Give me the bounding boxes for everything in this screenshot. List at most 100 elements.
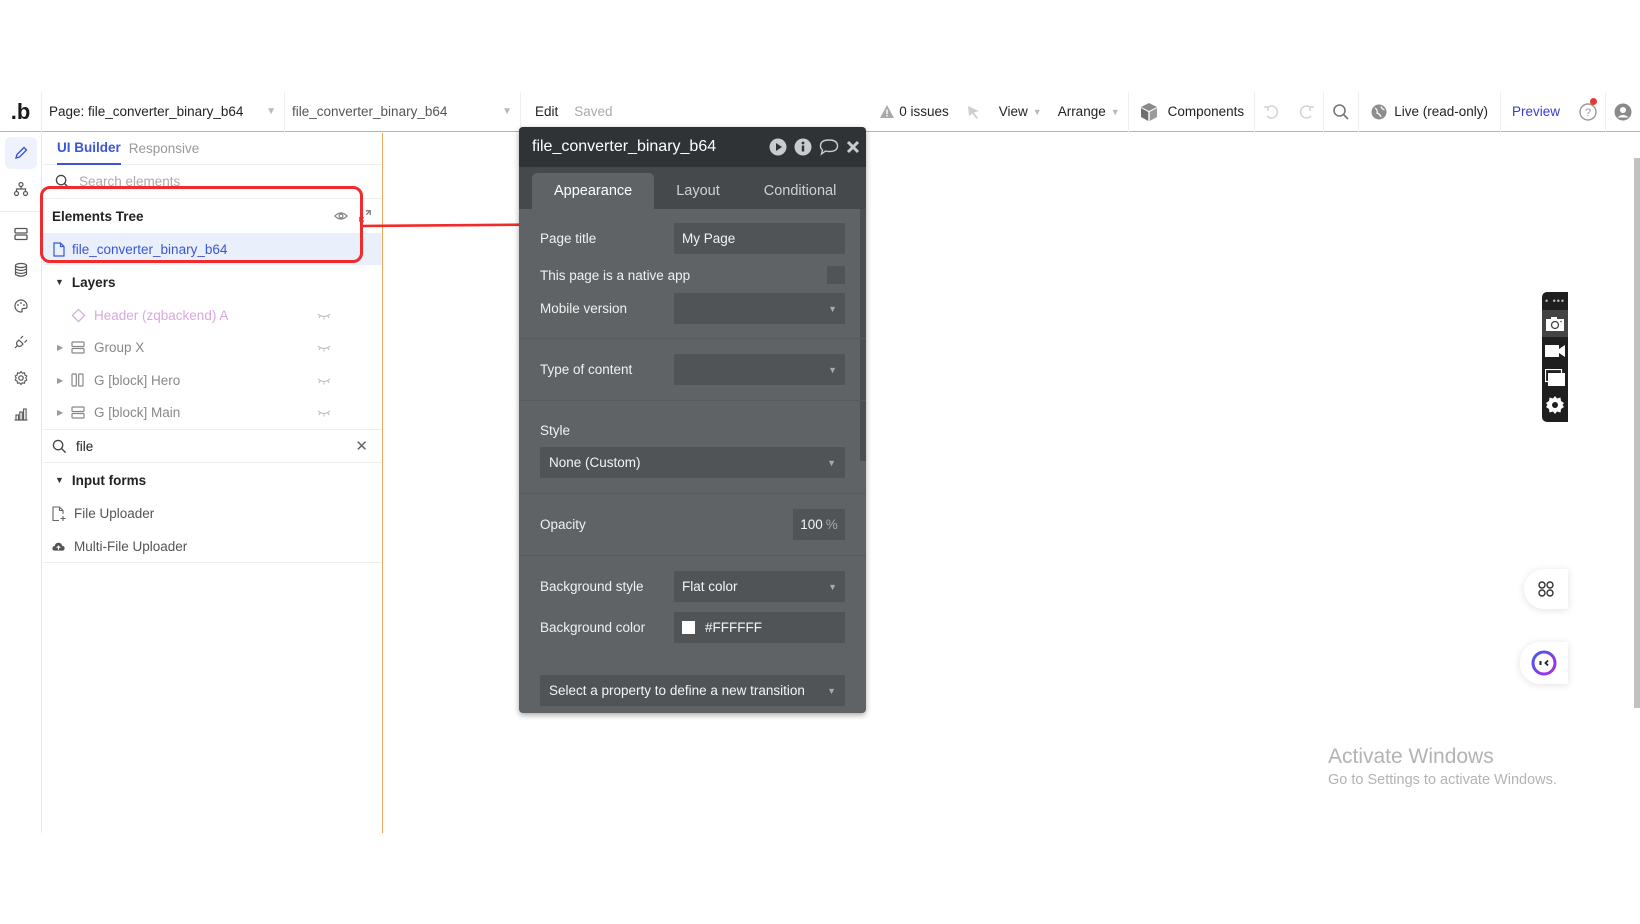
rail-data-button[interactable] xyxy=(5,218,37,250)
element-selector[interactable]: file_converter_binary_b64 ▼ xyxy=(285,91,521,132)
page-title-label: Page title xyxy=(540,231,597,246)
screen-recorder-toolbar: • ••• xyxy=(1542,292,1568,422)
account-button[interactable] xyxy=(1606,92,1640,132)
transition-placeholder: Select a property to define a new transi… xyxy=(549,683,805,698)
layer-item[interactable]: ▶ G [block] Main xyxy=(43,397,382,430)
apps-widget-button[interactable] xyxy=(1524,569,1568,609)
assistant-widget-button[interactable] xyxy=(1520,642,1568,684)
property-editor-header[interactable]: file_converter_binary_b64 xyxy=(519,127,866,167)
eye-closed-icon[interactable] xyxy=(317,405,331,420)
native-app-checkbox[interactable] xyxy=(827,266,845,284)
arrange-menu[interactable]: Arrange ▼ xyxy=(1050,92,1128,132)
tab-ui-builder[interactable]: UI Builder xyxy=(57,133,121,165)
page-title-value: My Page xyxy=(682,231,736,246)
help-button[interactable]: ? xyxy=(1571,92,1605,132)
recorder-settings-button[interactable] xyxy=(1542,391,1568,418)
caret-down-icon: ▼ xyxy=(55,475,64,485)
record-video-button[interactable] xyxy=(1542,337,1568,364)
tree-page-item[interactable]: file_converter_binary_b64 xyxy=(43,233,382,265)
more-options-icon[interactable]: • ••• xyxy=(1545,296,1565,310)
save-status: Saved xyxy=(574,104,613,119)
rows-icon xyxy=(13,226,29,242)
opacity-input[interactable]: 100 % xyxy=(793,509,845,540)
background-color-label: Background color xyxy=(540,620,646,635)
screenshot-button[interactable] xyxy=(1542,310,1568,337)
type-of-content-dropdown[interactable]: ▼ xyxy=(674,354,845,385)
top-toolbar: .b Page: file_converter_binary_b64 ▼ fil… xyxy=(0,91,1640,132)
bubble-logo[interactable]: .b xyxy=(0,91,42,132)
chevron-down-icon: ▼ xyxy=(827,457,836,468)
components-button[interactable]: Components xyxy=(1129,92,1255,132)
tab-responsive[interactable]: Responsive xyxy=(129,133,200,165)
cursor-arrow-icon xyxy=(966,104,982,120)
canvas-scrollbar[interactable] xyxy=(1634,158,1640,708)
chevron-down-icon: ▼ xyxy=(828,303,837,314)
tab-layout[interactable]: Layout xyxy=(654,173,742,209)
info-icon[interactable] xyxy=(794,138,812,156)
caret-right-icon[interactable]: ▶ xyxy=(57,408,71,417)
cloud-upload-icon xyxy=(52,541,70,552)
inspect-cursor-button[interactable] xyxy=(957,92,991,132)
expand-icon[interactable] xyxy=(358,209,372,223)
tab-conditional[interactable]: Conditional xyxy=(742,173,859,209)
gear-icon xyxy=(13,370,29,386)
layers-header[interactable]: ▼ Layers xyxy=(43,265,382,299)
caret-right-icon[interactable]: ▶ xyxy=(57,376,71,385)
preview-button[interactable]: Preview xyxy=(1501,92,1571,132)
rail-styles-button[interactable] xyxy=(5,290,37,322)
comment-icon[interactable] xyxy=(819,138,839,156)
layer-item[interactable]: ▶ G [block] Hero xyxy=(43,364,382,397)
mobile-version-dropdown[interactable]: ▼ xyxy=(674,293,845,324)
rail-logs-button[interactable] xyxy=(5,398,37,430)
component-search-input[interactable] xyxy=(76,438,316,454)
color-swatch[interactable] xyxy=(682,621,695,634)
rail-settings-button[interactable] xyxy=(5,362,37,394)
layer-item[interactable]: ▶ Group X xyxy=(43,332,382,365)
redo-button[interactable] xyxy=(1289,92,1323,132)
database-icon xyxy=(13,262,29,278)
pencil-icon xyxy=(13,145,29,161)
caret-right-icon[interactable]: ▶ xyxy=(57,343,71,352)
page-title-input[interactable]: My Page xyxy=(674,223,845,254)
live-version-button[interactable]: Live (read-only) xyxy=(1359,92,1500,132)
window-capture-button[interactable] xyxy=(1542,364,1568,391)
rail-plugins-button[interactable] xyxy=(5,326,37,358)
edit-menu[interactable]: Edit xyxy=(521,92,566,132)
rail-database-button[interactable] xyxy=(5,254,37,286)
component-file-uploader[interactable]: File Uploader xyxy=(43,497,382,530)
elements-tree-header: Elements Tree xyxy=(43,199,382,233)
gear-icon xyxy=(1545,395,1565,415)
search-button[interactable] xyxy=(1324,92,1358,132)
transition-dropdown[interactable]: Select a property to define a new transi… xyxy=(540,675,845,706)
native-app-label: This page is a native app xyxy=(540,267,691,283)
rail-design-button[interactable] xyxy=(5,137,37,169)
warning-icon xyxy=(880,105,895,118)
eye-closed-icon[interactable] xyxy=(317,340,331,355)
play-icon[interactable] xyxy=(769,138,787,156)
category-header[interactable]: ▼ Input forms xyxy=(43,463,382,497)
undo-button[interactable] xyxy=(1255,92,1289,132)
component-multi-file-uploader[interactable]: Multi-File Uploader xyxy=(43,530,382,563)
view-menu[interactable]: View ▼ xyxy=(991,92,1050,132)
chevron-down-icon: ▼ xyxy=(1110,106,1120,117)
tab-appearance[interactable]: Appearance xyxy=(532,173,655,209)
close-icon[interactable]: ✕ xyxy=(355,437,368,455)
close-icon[interactable] xyxy=(846,140,860,154)
background-style-row: Background style Flat color ▼ xyxy=(540,571,845,602)
svg-text:?: ? xyxy=(1585,107,1591,119)
style-dropdown[interactable]: None (Custom) ▼ xyxy=(540,447,845,478)
background-color-picker[interactable]: #FFFFFF xyxy=(674,612,845,643)
eye-closed-icon[interactable] xyxy=(317,373,331,388)
eye-closed-icon[interactable] xyxy=(317,308,331,323)
background-style-value: Flat color xyxy=(682,579,738,594)
panel-tabs: UI Builder Responsive xyxy=(43,133,382,165)
background-style-dropdown[interactable]: Flat color ▼ xyxy=(674,571,845,602)
issues-button[interactable]: 0 issues xyxy=(872,92,957,132)
section-divider xyxy=(519,493,866,494)
eye-icon[interactable] xyxy=(334,209,348,223)
page-selector[interactable]: Page: file_converter_binary_b64 ▼ xyxy=(42,91,285,132)
layer-item[interactable]: Header (zqbackend) A xyxy=(43,299,382,332)
rail-workflow-button[interactable] xyxy=(5,173,37,205)
search-elements-input[interactable] xyxy=(79,174,339,189)
palette-icon xyxy=(13,298,29,314)
